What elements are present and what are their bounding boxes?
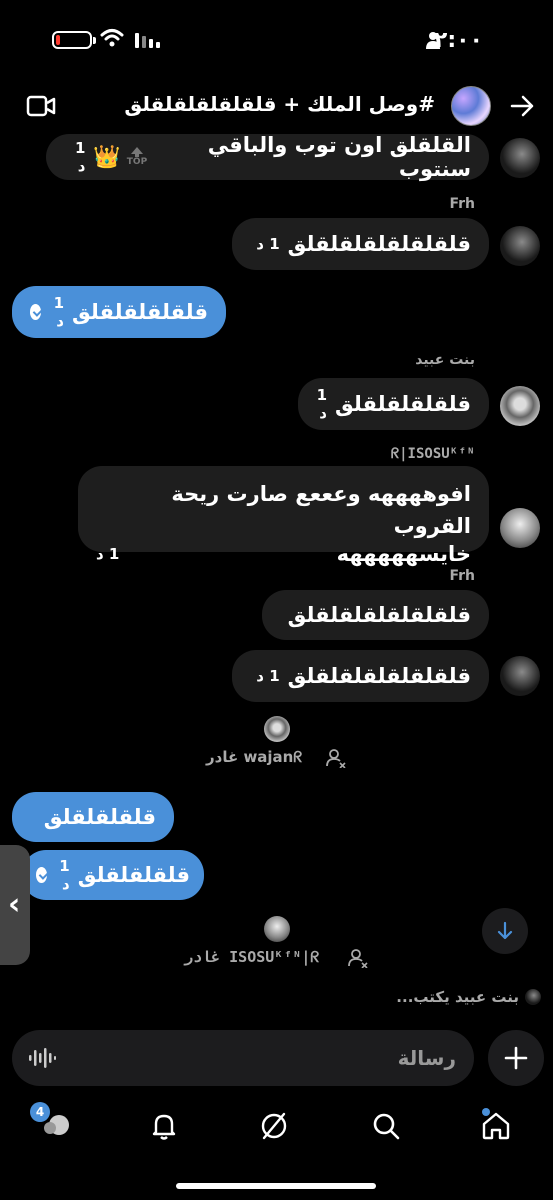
side-panel-handle[interactable]: ‹ <box>0 845 30 965</box>
group-avatar[interactable] <box>451 86 491 126</box>
message-text: قلقلقلقلقلقلقلق <box>287 603 471 627</box>
chevron-left-icon: ‹ <box>8 887 21 922</box>
wifi-icon <box>100 29 124 47</box>
message-bubble[interactable]: قلقلقلقلقلقلقلق 1 د <box>232 650 489 702</box>
status-time: ٢:٠٠ <box>433 28 483 53</box>
nav-search[interactable] <box>370 1110 406 1146</box>
member-left-notice: wajanᖇ غادر <box>206 748 303 766</box>
message-input[interactable] <box>72 1040 456 1076</box>
sender-name: بنت عبيد <box>415 352 475 368</box>
sender-name: ᖇ|ISOSUᴷᶠᴺ <box>390 446 475 462</box>
voice-wave-icon[interactable] <box>28 1046 56 1070</box>
nav-explore[interactable] <box>258 1110 294 1146</box>
compass-icon <box>261 1112 287 1140</box>
message-bubble[interactable]: قلقلقلقلقلقلقلق <box>262 590 489 640</box>
message-composer <box>12 1030 474 1086</box>
sender-avatar[interactable] <box>500 508 540 548</box>
message-time: 1 د <box>53 294 64 330</box>
chat-title[interactable]: #وصل الملك + قلقلقلقلقلقلق <box>124 92 435 116</box>
member-left-notice: ISOSUᴷᶠᴺ|ᖇ غادر <box>184 948 320 966</box>
message-bubble[interactable]: قلقلقلقلقلق 1 د <box>298 378 489 430</box>
nav-messages[interactable]: 4 <box>30 1102 76 1146</box>
message-time: 1 د <box>59 857 70 893</box>
message-text: قلقلقلقلق <box>43 805 156 829</box>
back-arrow-icon[interactable] <box>509 93 535 119</box>
sender-avatar[interactable] <box>500 138 540 178</box>
nav-home[interactable] <box>480 1108 516 1146</box>
message-text: خايسهههههه <box>336 542 471 566</box>
user-left-icon <box>348 949 368 968</box>
message-bubble[interactable]: قلقلقلقلقلقلقلق 1 د <box>232 218 489 270</box>
crown-emoji: 👑 <box>93 144 121 170</box>
sender-avatar[interactable] <box>500 226 540 266</box>
top-badge: TOP <box>127 147 147 167</box>
unread-badge: 4 <box>30 1102 50 1122</box>
read-check-icon <box>36 867 48 883</box>
add-attachment-button[interactable] <box>488 1030 544 1086</box>
my-message-bubble[interactable]: قلقلقلقلق 1 د <box>22 850 204 900</box>
plus-icon <box>504 1046 528 1070</box>
sender-avatar[interactable] <box>500 386 540 426</box>
message-text: قلقلقلقلقلق <box>72 300 208 324</box>
status-bar: ٢:٠٠ <box>0 0 553 70</box>
message-text: قلقلقلقلقلقلقلق <box>287 664 471 688</box>
typing-text: بنت عبيد يكتب... <box>396 988 519 1006</box>
left-user-avatar <box>264 716 290 742</box>
arrow-down-icon <box>497 921 513 940</box>
arrow-up-icon <box>131 147 143 157</box>
message-time: 1 د <box>96 545 120 563</box>
scroll-to-bottom-button[interactable] <box>482 908 528 954</box>
home-indicator <box>176 1183 376 1189</box>
message-time: 1 د <box>74 139 86 175</box>
message-text: قلقلقلقلقلق <box>335 392 471 416</box>
read-check-icon <box>30 304 42 320</box>
message-text: افوههههه وعععع صارت ريحة القروب <box>171 482 471 538</box>
message-bubble[interactable]: القلقلق اون توب والباقي سنتوب TOP 👑 1 د <box>46 133 489 181</box>
battery-icon <box>52 31 96 49</box>
message-time: 1 د <box>256 235 280 253</box>
search-icon <box>373 1113 400 1140</box>
user-left-icon <box>326 749 346 768</box>
nav-notifications[interactable] <box>148 1110 184 1146</box>
chat-header: #وصل الملك + قلقلقلقلقلقلق <box>0 78 553 134</box>
signal-icon <box>135 33 160 48</box>
typing-user-avatar <box>525 989 541 1005</box>
message-time: 1 د <box>316 386 327 422</box>
sender-name: Frh <box>449 568 475 584</box>
my-message-bubble[interactable]: قلقلقلقلق <box>12 792 174 842</box>
message-text: قلقلقلقلقلقلقلق <box>287 232 471 256</box>
video-call-icon[interactable] <box>26 94 56 118</box>
left-user-avatar <box>264 916 290 942</box>
sender-avatar[interactable] <box>500 656 540 696</box>
sender-name: Frh <box>449 196 475 212</box>
message-text: قلقلقلقلق <box>77 863 190 887</box>
typing-indicator: بنت عبيد يكتب... <box>396 988 541 1006</box>
message-bubble[interactable]: افوههههه وعععع صارت ريحة القروب خايسهههه… <box>78 466 489 566</box>
bottom-navigation: 4 <box>0 1100 553 1160</box>
message-time: 1 د <box>256 667 280 685</box>
my-message-bubble[interactable]: قلقلقلقلقلق 1 د <box>12 286 226 338</box>
message-text: القلقلق اون توب والباقي سنتوب <box>207 133 471 181</box>
new-activity-dot <box>482 1108 490 1116</box>
bell-icon <box>152 1114 176 1140</box>
